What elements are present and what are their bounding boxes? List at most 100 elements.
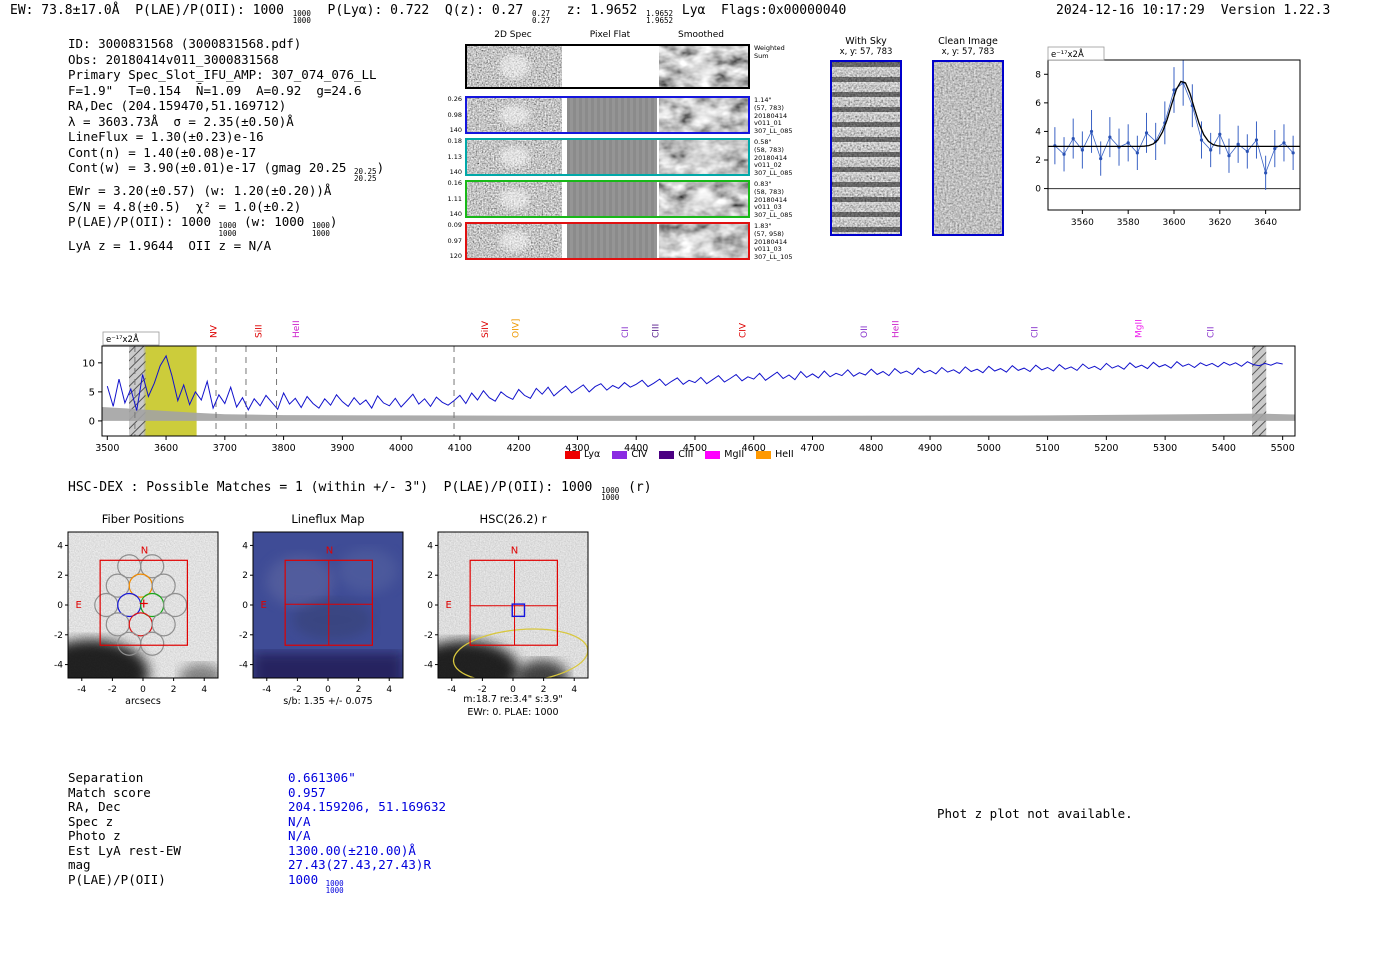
row-scale-ticks: 0.26 0.98 140 bbox=[447, 95, 462, 134]
pixel-flat-cell bbox=[567, 182, 657, 216]
svg-text:-2: -2 bbox=[239, 631, 248, 641]
svg-text:4200: 4200 bbox=[507, 443, 531, 454]
svg-text:-4: -4 bbox=[262, 685, 271, 695]
stacked-fraction: 1000 1000 bbox=[325, 878, 344, 895]
svg-text:SiII: SiII bbox=[254, 324, 264, 338]
match-row-value: N/A bbox=[288, 813, 311, 829]
legend-label: CIV bbox=[631, 449, 648, 460]
svg-text:4800: 4800 bbox=[859, 443, 883, 454]
info-line: EWr = 3.20(±0.57) (w: 1.20(±0.20))Å bbox=[68, 183, 332, 199]
svg-text:-2: -2 bbox=[54, 631, 63, 641]
svg-text:HeII: HeII bbox=[891, 320, 901, 338]
svg-text:6: 6 bbox=[1035, 99, 1041, 109]
legend-swatch bbox=[756, 450, 772, 459]
with-sky-image bbox=[830, 60, 902, 236]
svg-text:3600: 3600 bbox=[1163, 218, 1186, 228]
legend-swatch bbox=[659, 450, 675, 459]
with-sky-panel: With Sky x, y: 57, 783 bbox=[828, 36, 904, 236]
legend-item: HeII bbox=[756, 449, 794, 460]
pixel-flat-cell bbox=[567, 140, 657, 174]
info-line: ID: 3000831568 (3000831568.pdf) bbox=[68, 36, 302, 51]
svg-text:0: 0 bbox=[325, 685, 331, 695]
svg-text:OII: OII bbox=[860, 326, 870, 338]
legend-label: Lyα bbox=[584, 449, 601, 460]
svg-text:0: 0 bbox=[57, 601, 63, 611]
info-line: LyA z = 1.9644 OII z = N/A bbox=[68, 237, 272, 253]
svg-text:CII: CII bbox=[1031, 326, 1041, 338]
row-image-strip bbox=[465, 180, 750, 218]
lineflux-plot-svg: N E -4 -4 -2 -2 0 0 2 2 4 4 bbox=[239, 531, 404, 695]
row-image-strip bbox=[465, 222, 750, 260]
match-row-label: P(LAE)/P(OII) bbox=[68, 871, 166, 887]
svg-text:4900: 4900 bbox=[918, 443, 942, 454]
svg-text:2: 2 bbox=[356, 685, 362, 695]
header-stats: EW: 73.8±17.0Å P(LAE)/P(OII): 1000 1000 1… bbox=[10, 3, 847, 26]
svg-text:E: E bbox=[76, 600, 82, 611]
svg-text:4000: 4000 bbox=[389, 443, 413, 454]
legend-label: MgII bbox=[724, 449, 745, 460]
row-image-strip bbox=[465, 44, 750, 89]
match-table-row: Spec z N/A bbox=[68, 813, 446, 830]
match-table-row: Photo z N/A bbox=[68, 828, 446, 844]
row-image-strip bbox=[465, 138, 750, 176]
hsc-xlabel-1: m:18.7 re:3.4" s:3.9" bbox=[463, 694, 563, 705]
svg-text:0: 0 bbox=[242, 601, 248, 611]
pixel-flat-cell bbox=[567, 98, 657, 132]
report-datetime: 2024-12-16 10:17:29 bbox=[1056, 3, 1205, 18]
sky-lines-overlay bbox=[832, 62, 900, 234]
cutout-2d-section: 2D Spec Pixel Flat Smoothed Weighted Sum 0… bbox=[443, 30, 795, 262]
info-line: Cont(n) = 1.40(±0.08)e-17 bbox=[68, 144, 257, 160]
info-line: Obs: 20180414v011_3000831568 bbox=[68, 51, 279, 67]
pixel-flat-cell bbox=[567, 224, 657, 258]
info-line: P(LAE)/P(OII): 1000 1000 1000 (w: 1000 10… bbox=[68, 214, 338, 238]
svg-text:2: 2 bbox=[427, 571, 433, 581]
svg-text:0: 0 bbox=[427, 601, 433, 611]
row-scale-ticks: 0.18 1.13 140 bbox=[447, 137, 462, 176]
legend-item: CIII bbox=[659, 449, 693, 460]
svg-text:5100: 5100 bbox=[1035, 443, 1059, 454]
svg-text:N: N bbox=[326, 546, 333, 557]
svg-text:-2: -2 bbox=[293, 685, 302, 695]
svg-text:CIII: CIII bbox=[652, 324, 662, 338]
match-row-value: 0.957 bbox=[288, 784, 326, 800]
info-line: Primary Spec_Slot_IFU_AMP: 307_074_076_L… bbox=[68, 67, 377, 82]
row-annotation: 1.14" (57, 783) 20180414 v011_01 307_LL_085 bbox=[754, 96, 793, 136]
svg-text:SiIV: SiIV bbox=[481, 320, 491, 338]
svg-text:NV: NV bbox=[210, 324, 220, 338]
svg-text:-2: -2 bbox=[108, 685, 117, 695]
cutout-2d-row: 0.18 1.13 140 0.58" (58, 783) 20180414 v011_02… bbox=[443, 137, 795, 178]
info-line: F=1.9" T=0.154 N̄=1.09 A=0.92 g=24.6 bbox=[68, 82, 362, 98]
svg-text:2: 2 bbox=[57, 571, 63, 581]
col-header-smoothed: Smoothed bbox=[678, 30, 724, 40]
stacked-fraction: 1000 1000 bbox=[292, 9, 311, 26]
legend-item: CIV bbox=[612, 449, 647, 460]
stacked-fraction: 1000 1000 bbox=[601, 486, 620, 503]
match-row-label: mag bbox=[68, 857, 91, 872]
svg-text:3600: 3600 bbox=[154, 443, 178, 454]
svg-text:-4: -4 bbox=[54, 661, 63, 671]
row-scale-ticks: 0.09 0.97 120 bbox=[447, 221, 462, 260]
svg-text:5000: 5000 bbox=[977, 443, 1001, 454]
svg-text:4700: 4700 bbox=[800, 443, 824, 454]
legend-swatch bbox=[565, 450, 580, 459]
legend-item: MgII bbox=[705, 449, 744, 460]
match-row-value: 204.159206, 51.169632 bbox=[288, 799, 447, 814]
svg-text:4: 4 bbox=[242, 541, 248, 551]
row-annotation: 0.58" (58, 783) 20180414 v011_02 307_LL_085 bbox=[754, 138, 793, 178]
svg-text:MgII: MgII bbox=[1135, 319, 1145, 338]
svg-text:CIV: CIV bbox=[739, 322, 749, 338]
svg-text:4100: 4100 bbox=[448, 443, 472, 454]
svg-text:3700: 3700 bbox=[213, 443, 237, 454]
info-line: S/N = 4.8(±0.5) χ² = 1.0(±0.2) bbox=[68, 198, 302, 214]
svg-text:3900: 3900 bbox=[330, 443, 354, 454]
stacked-fraction: 1000 1000 bbox=[218, 221, 237, 238]
svg-text:3640: 3640 bbox=[1254, 218, 1277, 228]
cutout-2d-row: Weighted Sum bbox=[443, 44, 795, 89]
svg-text:e⁻¹⁷x2Å: e⁻¹⁷x2Å bbox=[106, 333, 139, 345]
cutout-2d-row: 0.16 1.11 140 0.83" (58, 783) 20180414 v011_03… bbox=[443, 180, 795, 219]
svg-text:3500: 3500 bbox=[95, 443, 119, 454]
svg-text:4: 4 bbox=[57, 541, 63, 551]
svg-text:2: 2 bbox=[1035, 156, 1041, 166]
svg-text:-4: -4 bbox=[424, 661, 433, 671]
stacked-fraction: 20.25 20.25 bbox=[353, 167, 377, 184]
